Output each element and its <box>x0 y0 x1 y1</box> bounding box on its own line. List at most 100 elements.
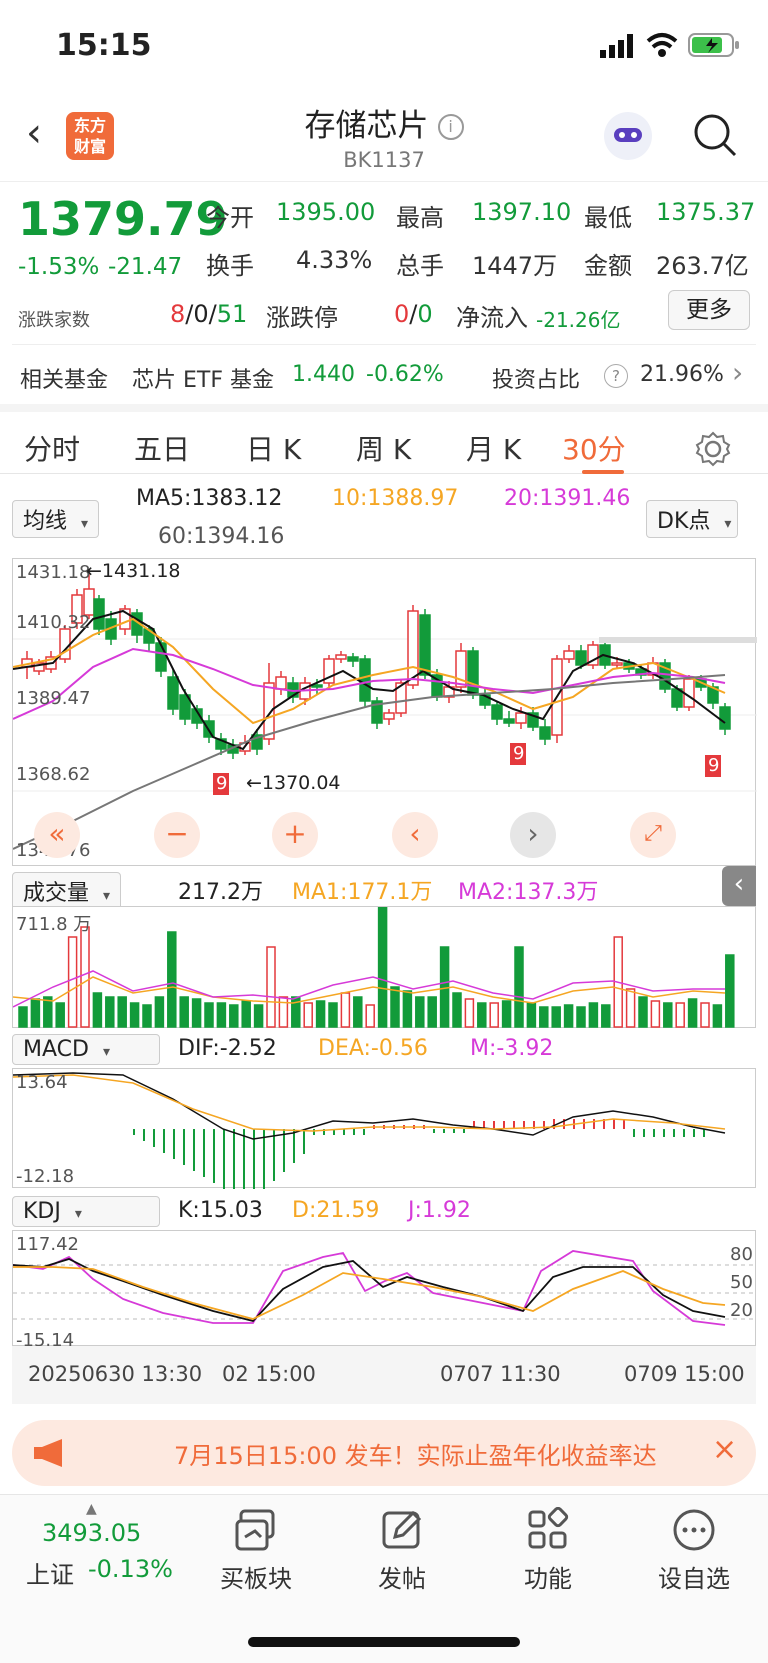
ma5-value: MA5:1383.12 <box>136 486 283 511</box>
index-value[interactable]: 3493.05 <box>42 1519 141 1547</box>
count-down: 51 <box>216 300 248 328</box>
sep: / <box>208 300 217 328</box>
zoom-in-button[interactable]: + <box>272 812 318 858</box>
candle-body <box>503 718 515 724</box>
amount-value: 263.7亿 <box>656 252 749 280</box>
volume-bar <box>725 954 735 1028</box>
volume-bar <box>675 1002 685 1028</box>
kdj-level-20: 20 <box>730 1300 753 1321</box>
macd-select[interactable]: MACD <box>12 1034 160 1065</box>
chevron-right-icon[interactable]: › <box>732 356 743 389</box>
limit-up: 0 <box>394 300 410 328</box>
macd-bar <box>343 1129 345 1135</box>
volume-bar <box>563 1004 574 1028</box>
volume-bar <box>92 992 103 1028</box>
kline-y-2: 1410.32 <box>16 612 91 633</box>
count-label: 涨跌家数 <box>18 310 90 331</box>
limit-label: 涨跌停 <box>266 304 338 332</box>
info-icon[interactable]: i <box>437 114 464 140</box>
macd-bar <box>293 1129 295 1163</box>
fund-name[interactable]: 芯片 ETF 基金 <box>132 362 274 394</box>
tab-day-k[interactable]: 日 K <box>246 428 301 468</box>
volume-chart[interactable] <box>12 906 756 1028</box>
ratio-value: 21.96% <box>640 362 724 387</box>
volume-bar <box>30 998 41 1028</box>
min-price-label: ←1370.04 <box>246 772 341 794</box>
volume-bar <box>526 1002 537 1028</box>
scroll-left-button[interactable]: ‹ <box>392 812 438 858</box>
volume-bar <box>55 1002 65 1028</box>
more-button[interactable]: 更多 <box>668 290 750 330</box>
macd-bar <box>203 1129 205 1177</box>
index-pct[interactable]: -0.13% <box>88 1555 173 1583</box>
volume-bar <box>588 1002 599 1028</box>
low-label: 最低 <box>584 204 632 232</box>
volume-value: 1447万 <box>472 252 558 280</box>
post-button[interactable]: 发帖 <box>342 1507 462 1594</box>
expand-up-icon[interactable]: ▲ <box>86 1501 97 1517</box>
fund-label: 相关基金 <box>20 368 109 393</box>
candle-body <box>359 658 371 702</box>
dk-point-button[interactable]: DK点 <box>646 500 739 538</box>
functions-label: 功能 <box>524 1565 572 1593</box>
add-watchlist-button[interactable]: 设自选 <box>634 1507 754 1594</box>
tab-5day[interactable]: 五日 <box>134 428 190 468</box>
volume-bar <box>501 1000 512 1028</box>
macd-bar <box>593 1119 595 1129</box>
ma-select[interactable]: 均线 <box>12 500 100 538</box>
search-icon[interactable] <box>692 112 738 158</box>
macd-m: M:-3.92 <box>470 1036 554 1061</box>
candle-body <box>347 656 359 662</box>
tab-month-k[interactable]: 月 K <box>466 428 521 468</box>
volume-select[interactable]: 成交量 <box>12 872 122 910</box>
macd-bar <box>443 1129 445 1133</box>
robot-avatar[interactable] <box>604 112 652 160</box>
last-price: 1379.79 <box>18 192 228 246</box>
candle-body <box>491 704 503 720</box>
scroll-right-button[interactable]: › <box>510 812 556 858</box>
close-icon[interactable]: × <box>712 1432 737 1467</box>
candle-body <box>719 706 731 730</box>
settings-gear-icon[interactable] <box>694 430 732 468</box>
functions-button[interactable]: 功能 <box>488 1507 608 1594</box>
candle-body <box>539 726 551 740</box>
fast-backward-button[interactable]: « <box>34 812 80 858</box>
volume-bar <box>625 988 636 1028</box>
fullscreen-button[interactable]: ⤢ <box>630 812 676 858</box>
help-icon[interactable]: ? <box>604 364 628 388</box>
banner-text: 7月15日15:00 发车！实际止盈年化收益率达 <box>174 1442 657 1470</box>
candle-body <box>419 614 431 676</box>
macd-chart[interactable] <box>12 1068 756 1189</box>
buy-sector-button[interactable]: 买板块 <box>196 1507 316 1594</box>
macd-bar <box>653 1129 655 1137</box>
volume-bar <box>216 1002 227 1028</box>
promo-banner[interactable]: 7月15日15:00 发车！实际止盈年化收益率达 × <box>12 1420 756 1486</box>
volume-bar <box>687 998 698 1028</box>
time-label-1: 20250630 13:30 <box>28 1362 203 1386</box>
macd-dif: DIF:-2.52 <box>178 1036 277 1061</box>
kdj-select[interactable]: KDJ <box>12 1196 160 1227</box>
collapse-panel-icon[interactable]: ‹ <box>722 866 756 906</box>
tab-week-k[interactable]: 周 K <box>356 428 411 468</box>
inflow-value: -21.26亿 <box>536 308 621 332</box>
time-label-3: 0707 11:30 <box>440 1362 561 1386</box>
zoom-out-button[interactable]: − <box>154 812 200 858</box>
index-name[interactable]: 上证 <box>26 1555 74 1590</box>
time-label-4: 0709 15:00 <box>624 1362 745 1386</box>
fund-pct: -0.62% <box>366 362 444 387</box>
signal-icon <box>600 34 633 58</box>
kdj-level-80: 80 <box>730 1244 753 1265</box>
tab-intraday[interactable]: 分时 <box>24 428 80 468</box>
ma10-value: 10:1388.97 <box>332 486 459 511</box>
macd-bar <box>243 1129 245 1189</box>
low-value: 1375.37 <box>656 198 756 226</box>
volume-bar <box>253 1004 264 1028</box>
open-value: 1395.00 <box>276 198 376 226</box>
td-marker-text: 9 <box>216 773 227 794</box>
tab-30min[interactable]: 30分 <box>562 428 626 468</box>
bottom-bar: ▲ 3493.05 上证 -0.13% 买板块 发帖 功能 设自选 <box>0 1494 768 1663</box>
macd-bar <box>583 1119 585 1129</box>
kdj-chart[interactable] <box>12 1230 757 1346</box>
max-price: 1431.18 <box>101 560 181 582</box>
status-bar: 15:15 <box>0 0 768 90</box>
